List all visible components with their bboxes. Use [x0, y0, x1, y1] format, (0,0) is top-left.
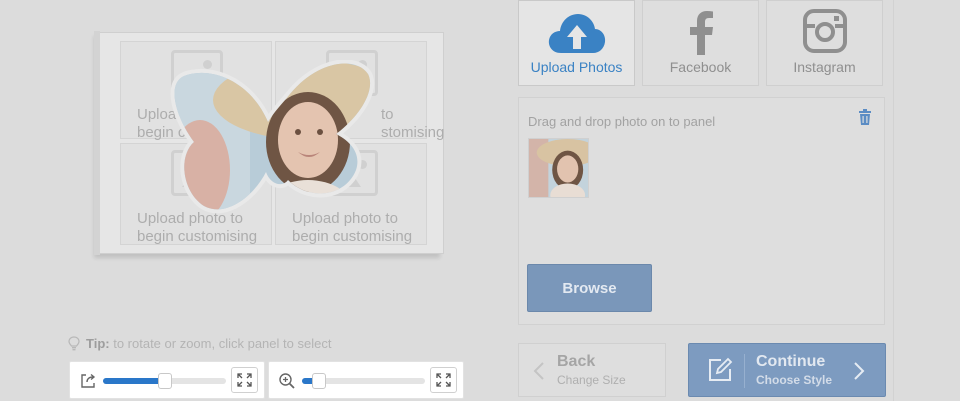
expand-button[interactable]	[430, 367, 457, 393]
tab-upload-photos-label: Upload Photos	[530, 59, 623, 75]
rotate-slider-handle[interactable]	[158, 373, 172, 389]
tab-instagram[interactable]: Instagram	[766, 0, 883, 86]
expand-icon	[436, 373, 451, 387]
tip-message: Tip: to rotate or zoom, click panel to s…	[68, 336, 331, 351]
tab-instagram-label: Instagram	[793, 59, 856, 75]
zoom-slider-track[interactable]	[302, 373, 425, 389]
zoom-slider-handle[interactable]	[312, 373, 326, 389]
back-button-subtitle: Change Size	[557, 373, 626, 387]
tab-facebook-label: Facebook	[669, 59, 732, 75]
zoom-in-icon	[279, 373, 295, 389]
rotate-icon	[81, 373, 96, 388]
expand-button[interactable]	[231, 367, 258, 393]
tip-label: Tip:	[86, 336, 110, 351]
trash-icon[interactable]	[858, 109, 872, 125]
rotate-control	[69, 361, 265, 399]
tip-text: to rotate or zoom, click panel to select	[113, 336, 332, 351]
back-button-title: Back	[557, 353, 596, 370]
panel-placeholder-text: to stomising	[381, 106, 445, 141]
drop-instruction: Drag and drop photo on to panel	[528, 114, 716, 129]
continue-button-divider	[744, 354, 745, 388]
tab-upload-photos[interactable]: Upload Photos	[518, 0, 635, 86]
cloud-upload-icon	[548, 14, 606, 53]
chevron-right-icon	[854, 362, 865, 380]
chevron-left-icon	[533, 362, 544, 380]
zoom-control	[268, 361, 464, 399]
lightbulb-icon	[68, 336, 80, 351]
column-divider	[893, 0, 894, 401]
expand-icon	[237, 373, 252, 387]
instagram-icon	[803, 9, 847, 53]
continue-button[interactable]: Continue Choose Style	[688, 343, 886, 397]
tab-facebook[interactable]: Facebook	[642, 0, 759, 86]
facebook-icon	[690, 11, 713, 55]
back-button[interactable]: Back Change Size	[518, 343, 666, 397]
rotate-slider-track[interactable]	[103, 373, 226, 389]
photo-drop-zone[interactable]: Drag and drop photo on to panel Browse	[518, 97, 885, 325]
rotate-slider-fill	[103, 378, 165, 384]
browse-button[interactable]: Browse	[527, 264, 652, 312]
uploaded-photo-thumbnail[interactable]	[528, 138, 589, 198]
continue-button-title: Continue	[756, 353, 826, 370]
edit-icon	[709, 357, 733, 381]
butterfly-photo-frame[interactable]	[170, 60, 380, 220]
continue-button-subtitle: Choose Style	[756, 373, 833, 387]
